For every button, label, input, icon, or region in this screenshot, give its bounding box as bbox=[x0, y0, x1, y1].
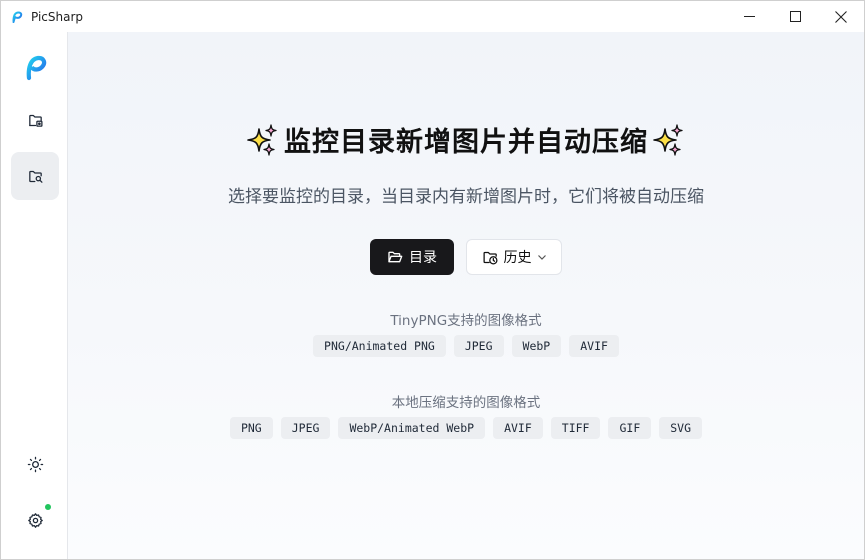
sidebar bbox=[1, 32, 68, 559]
maximize-button[interactable] bbox=[772, 1, 818, 32]
chevron-down-icon bbox=[537, 255, 546, 260]
window-controls bbox=[726, 1, 864, 32]
theme-toggle-button[interactable] bbox=[11, 440, 59, 488]
action-buttons: 目录 历史 bbox=[68, 239, 864, 275]
format-tag: JPEG bbox=[453, 335, 504, 357]
format-tag: WebP bbox=[511, 335, 562, 357]
maximize-icon bbox=[789, 11, 801, 22]
page-title: 监控目录新增图片并自动压缩 bbox=[284, 127, 648, 158]
app-window: PicSharp 监控目录新增图片并自动压缩 选择要监控的目录，当目录内有新增图… bbox=[0, 0, 865, 560]
app-logo-icon bbox=[12, 10, 23, 23]
folder-search-icon bbox=[28, 170, 43, 183]
sidebar-item-compress[interactable] bbox=[11, 96, 59, 144]
settings-button[interactable] bbox=[11, 496, 59, 544]
select-folder-button[interactable]: 目录 bbox=[370, 239, 454, 275]
select-folder-label: 目录 bbox=[409, 250, 437, 266]
format-tag: WebP/Animated WebP bbox=[338, 417, 486, 439]
title-bar[interactable]: PicSharp bbox=[1, 1, 864, 32]
tinypng-formats-list: PNG/Animated PNG JPEG WebP AVIF bbox=[68, 335, 864, 357]
format-tag: JPEG bbox=[280, 417, 331, 439]
minimize-button[interactable] bbox=[726, 1, 772, 32]
format-tag: AVIF bbox=[493, 417, 543, 439]
window-title: PicSharp bbox=[31, 9, 84, 24]
local-formats-list: PNG JPEG WebP/Animated WebP AVIF TIFF GIF SVG bbox=[68, 417, 864, 439]
local-formats-heading: 本地压缩支持的图像格式 bbox=[391, 395, 541, 411]
close-button[interactable] bbox=[818, 1, 864, 32]
sparkles-icon bbox=[653, 123, 683, 156]
tinypng-formats-heading: TinyPNG支持的图像格式 bbox=[390, 313, 542, 329]
main-content: 监控目录新增图片并自动压缩 选择要监控的目录，当目录内有新增图片时，它们将被自动… bbox=[68, 32, 864, 559]
sun-icon bbox=[27, 456, 43, 472]
format-tag: GIF bbox=[608, 417, 652, 439]
sidebar-item-watch[interactable] bbox=[11, 152, 59, 200]
close-icon bbox=[835, 10, 847, 23]
folder-clock-icon bbox=[482, 251, 498, 265]
format-tag: AVIF bbox=[569, 335, 619, 357]
format-tag: SVG bbox=[659, 417, 703, 439]
gear-icon bbox=[27, 512, 43, 528]
folder-image-icon bbox=[28, 114, 43, 127]
page-subtitle: 选择要监控的目录，当目录内有新增图片时，它们将被自动压缩 bbox=[228, 187, 704, 207]
history-label: 历史 bbox=[503, 250, 532, 266]
app-logo-icon bbox=[26, 55, 47, 81]
history-dropdown-button[interactable]: 历史 bbox=[466, 239, 562, 275]
format-tag: PNG bbox=[229, 417, 273, 439]
format-tag: TIFF bbox=[550, 417, 601, 439]
status-dot bbox=[45, 504, 51, 510]
folder-open-icon bbox=[388, 251, 403, 263]
minimize-icon bbox=[743, 16, 755, 17]
format-tag: PNG/Animated PNG bbox=[313, 335, 446, 357]
sparkles-icon bbox=[247, 123, 277, 156]
page-title-row: 监控目录新增图片并自动压缩 bbox=[68, 120, 864, 159]
